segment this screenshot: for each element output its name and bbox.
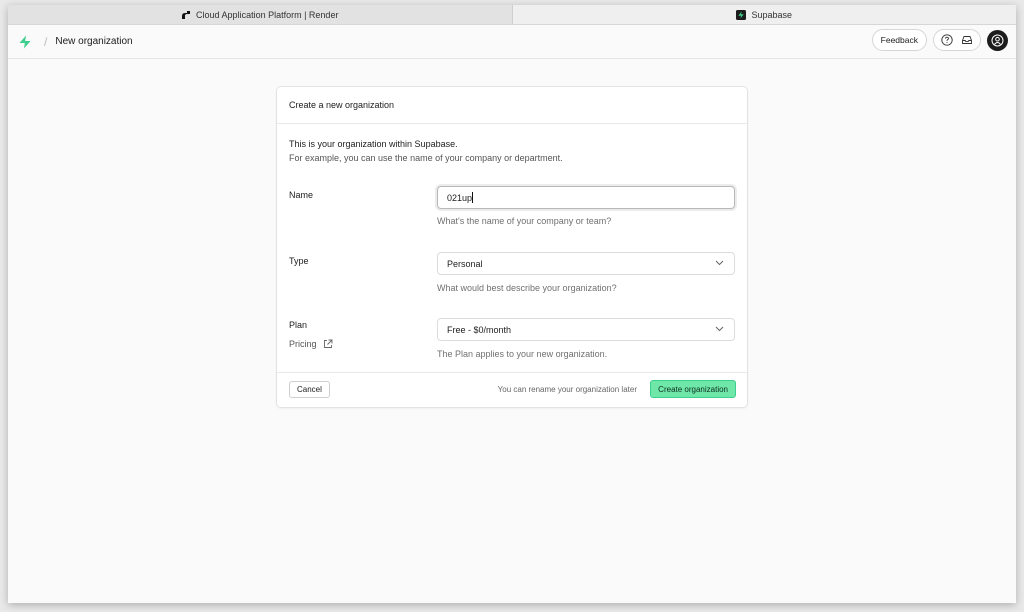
type-hint: What would best describe your organizati… (437, 283, 617, 293)
pricing-link-label: Pricing (289, 339, 317, 349)
name-input-value: 021up (447, 192, 473, 203)
text-cursor (472, 192, 474, 203)
chevron-down-icon (715, 260, 724, 266)
pricing-link[interactable]: Pricing (289, 339, 333, 349)
intro-subtext: For example, you can use the name of you… (289, 153, 563, 163)
external-link-icon (323, 339, 332, 348)
tab-title: Supabase (751, 9, 793, 20)
card-intro: This is your organization within Supabas… (289, 137, 563, 165)
breadcrumb[interactable]: New organization (55, 36, 132, 47)
chevron-down-icon (715, 326, 724, 332)
type-label: Type (289, 256, 309, 266)
card-footer: Cancel You can rename your organization … (277, 372, 747, 407)
browser-tab-bar: Cloud Application Platform | Render Supa… (8, 5, 1016, 25)
plan-select[interactable]: Free - $0/month (437, 318, 735, 341)
feedback-button[interactable]: Feedback (871, 29, 927, 51)
browser-tab-supabase[interactable]: Supabase (512, 5, 1016, 24)
breadcrumb-separator: / (44, 34, 48, 49)
type-selected-value: Personal (447, 258, 483, 269)
header-tools: Feedback (871, 29, 1008, 51)
create-organization-card: Create a new organization This is your o… (276, 86, 748, 408)
user-avatar[interactable] (987, 29, 1008, 51)
card-title: Create a new organization (277, 87, 747, 124)
name-label: Name (289, 190, 314, 200)
tab-title: Cloud Application Platform | Render (196, 9, 339, 20)
name-hint: What's the name of your company or team? (437, 216, 612, 226)
plan-label: Plan (289, 320, 308, 330)
plan-hint: The Plan applies to your new organizatio… (437, 349, 608, 359)
organization-type-select[interactable]: Personal (437, 252, 735, 275)
browser-tab-render[interactable]: Cloud Application Platform | Render (8, 5, 513, 24)
rename-note: You can rename your organization later (497, 385, 637, 394)
cancel-button[interactable]: Cancel (289, 381, 330, 398)
help-icon[interactable] (941, 34, 953, 46)
user-avatar-icon (991, 34, 1004, 46)
supabase-logo-icon (736, 9, 747, 20)
browser-window: Cloud Application Platform | Render Supa… (8, 5, 1016, 603)
top-navigation: / New organization Feedback (8, 25, 1016, 59)
supabase-logo-icon (19, 35, 31, 48)
create-organization-button[interactable]: Create organization (650, 380, 736, 398)
organization-name-input[interactable]: 021up (437, 186, 735, 209)
help-inbox-group (933, 29, 981, 51)
inbox-icon[interactable] (961, 34, 973, 46)
intro-text: This is your organization within Supabas… (289, 139, 458, 149)
supabase-home-link[interactable] (18, 35, 32, 49)
plan-selected-value: Free - $0/month (447, 324, 512, 335)
render-logo-icon (182, 10, 191, 19)
